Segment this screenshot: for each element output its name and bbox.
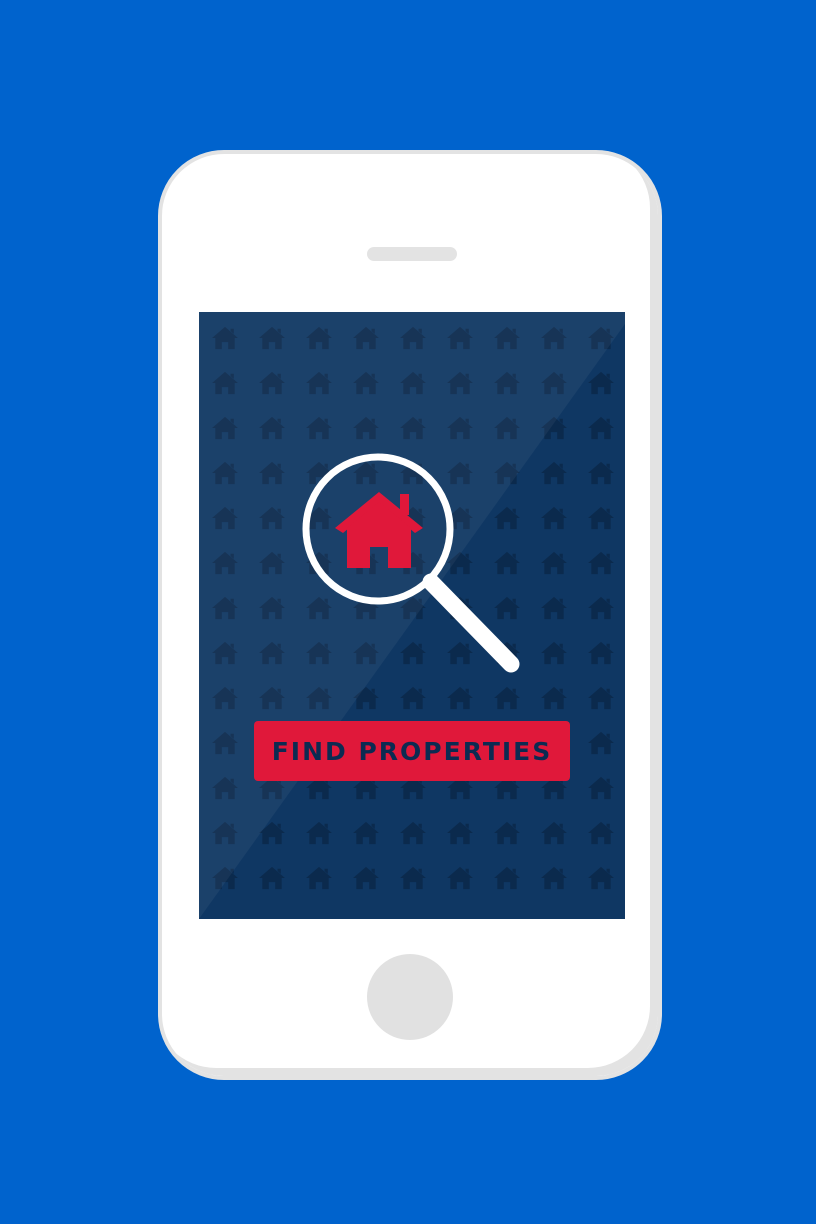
phone-device: FIND PROPERTIES [158, 150, 662, 1080]
phone-speaker [367, 247, 457, 261]
home-button[interactable] [367, 954, 453, 1040]
phone-screen: FIND PROPERTIES [199, 312, 625, 919]
find-properties-button[interactable]: FIND PROPERTIES [254, 721, 570, 781]
house-search-icon [302, 453, 520, 673]
